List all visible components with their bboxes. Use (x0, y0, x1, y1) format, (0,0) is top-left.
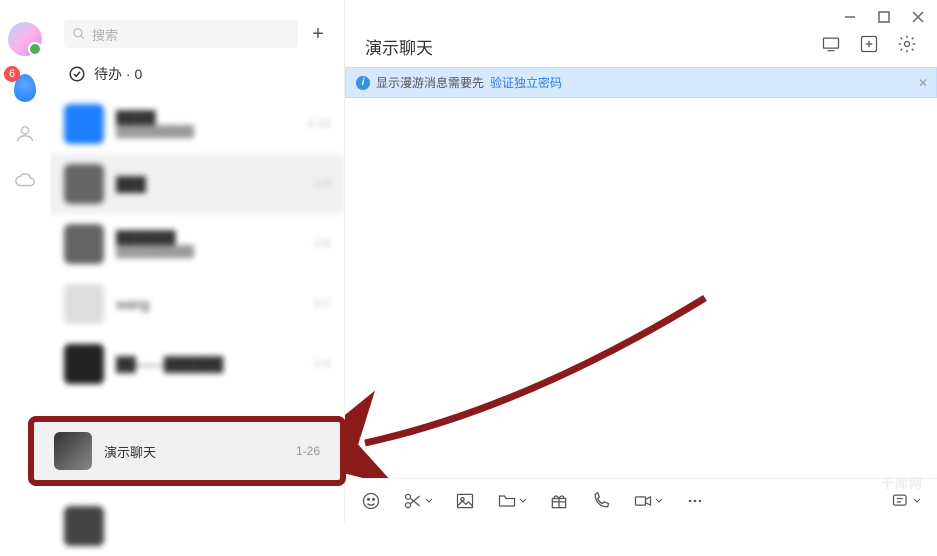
more-icon[interactable] (685, 491, 705, 511)
window-titlebar (345, 0, 937, 34)
scissors-icon[interactable] (403, 491, 433, 511)
notice-bar: i 显示漫游消息需要先验证独立密码 ✕ (345, 67, 937, 98)
image-icon[interactable] (455, 491, 475, 511)
info-icon: i (356, 76, 370, 90)
close-button[interactable] (903, 5, 933, 29)
chat-item[interactable]: ██████████████ 2-10 (50, 94, 344, 154)
chat-item[interactable]: ████████████████ 2-8 (50, 214, 344, 274)
annotation-arrow (345, 98, 937, 478)
history-icon[interactable] (891, 491, 921, 511)
add-button[interactable]: + (306, 22, 330, 46)
search-input[interactable]: 搜索 (64, 20, 298, 48)
emoji-icon[interactable] (361, 491, 381, 511)
chat-body (345, 98, 937, 478)
chat-item-time: 1-26 (296, 444, 320, 458)
maximize-button[interactable] (869, 5, 899, 29)
input-toolbar (345, 478, 937, 522)
chat-item-highlighted[interactable]: 演示聊天 1-26 (34, 422, 340, 480)
settings-icon[interactable] (897, 34, 917, 59)
main-panel: 演示聊天 i 显示漫游消息需要先验证独立密码 ✕ (345, 0, 937, 522)
watermark: 千库网 (881, 473, 923, 492)
search-placeholder: 搜索 (92, 25, 118, 44)
notice-link[interactable]: 验证独立密码 (490, 74, 562, 91)
user-avatar[interactable] (8, 22, 42, 56)
pending-row[interactable]: 待办 · 0 (50, 56, 344, 94)
notice-text: 显示漫游消息需要先 (376, 74, 484, 91)
chat-title: 演示聊天 (365, 34, 433, 59)
phone-icon[interactable] (591, 491, 611, 511)
chat-item[interactable]: wang 2-7 (50, 274, 344, 334)
video-icon[interactable] (633, 491, 663, 511)
pending-label: 待办 · 0 (94, 64, 142, 84)
chat-item[interactable]: ██——██████ 2-4 (50, 334, 344, 394)
chat-item-name: 演示聊天 (104, 442, 284, 461)
chat-item[interactable]: ███ 2-9 (50, 154, 344, 214)
notice-close-icon[interactable]: ✕ (918, 76, 928, 90)
add-panel-icon[interactable] (859, 34, 879, 59)
folder-icon[interactable] (497, 491, 527, 511)
gift-icon[interactable] (549, 491, 569, 511)
badge-count: 6 (4, 66, 20, 82)
cloud-icon[interactable] (11, 166, 39, 194)
messages-icon[interactable]: 6 (11, 74, 39, 102)
screen-share-icon[interactable] (821, 34, 841, 59)
chat-item[interactable] (50, 496, 340, 556)
chat-header: 演示聊天 (345, 34, 937, 67)
minimize-button[interactable] (835, 5, 865, 29)
contacts-icon[interactable] (11, 120, 39, 148)
